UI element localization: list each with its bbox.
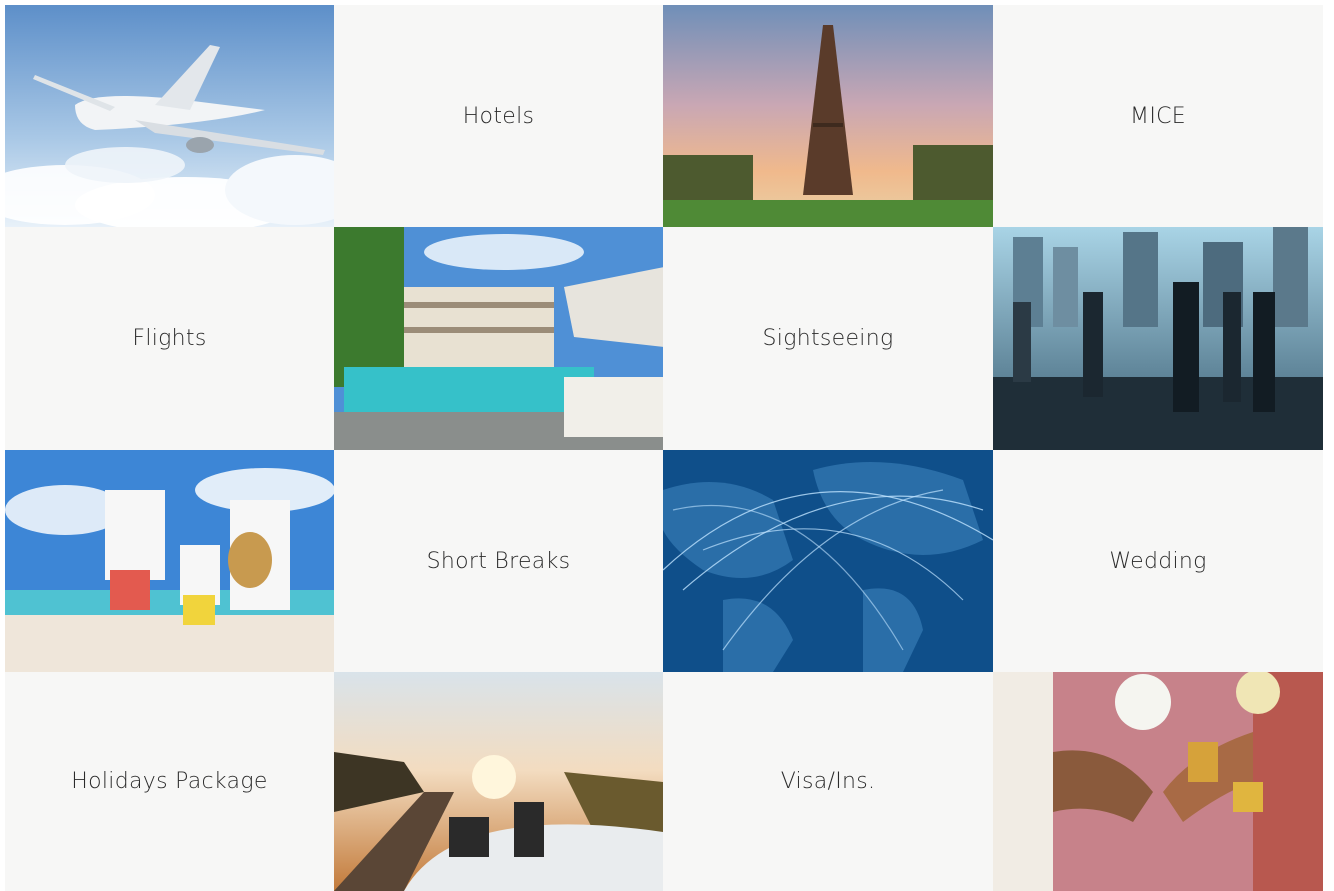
wedding-hands-photo <box>993 672 1323 891</box>
flights-label: Flights <box>132 326 207 351</box>
wedding-label: Wedding <box>1109 548 1207 574</box>
short-breaks-tile[interactable]: Short Breaks <box>334 450 663 672</box>
business-travellers-photo <box>993 227 1323 450</box>
visa-ins-label: Visa/Ins. <box>780 769 876 794</box>
holidays-package-tile[interactable]: Holidays Package <box>5 672 334 891</box>
short-breaks-label: Short Breaks <box>426 548 571 574</box>
convertible-sunset-photo <box>334 672 663 891</box>
airplane-photo <box>5 5 334 227</box>
sightseeing-label: Sightseeing <box>762 326 894 351</box>
eiffel-tower-photo <box>663 5 993 227</box>
family-beach-photo <box>5 450 334 672</box>
world-map-photo <box>663 450 993 672</box>
wedding-tile[interactable]: Wedding <box>993 450 1323 672</box>
visa-ins-tile[interactable]: Visa/Ins. <box>663 672 993 891</box>
hotels-tile[interactable]: Hotels <box>334 5 663 227</box>
mice-tile[interactable]: MICE <box>993 5 1323 227</box>
sightseeing-tile[interactable]: Sightseeing <box>663 227 993 450</box>
hotels-label: Hotels <box>462 103 535 129</box>
mice-label: MICE <box>1130 103 1186 129</box>
flights-tile[interactable]: Flights <box>5 227 334 450</box>
resort-pool-photo <box>334 227 663 450</box>
services-grid: Hotels MICE Flights Sightseeing Short Br… <box>0 0 1334 891</box>
holidays-package-label: Holidays Package <box>71 769 268 794</box>
